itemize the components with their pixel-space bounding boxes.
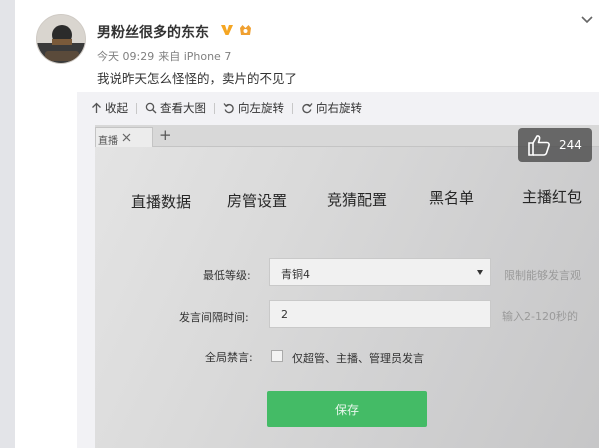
collapse-icon [92,102,101,113]
photo-tab-plus: + [159,126,172,144]
photo-min-level-hint: 限制能够发言观 [504,269,581,282]
rotate-right-icon [302,103,313,114]
photo-global-mute-checkbox [271,350,283,362]
magnifier-icon [145,102,157,114]
rotate-right-label: 向右旋转 [316,101,362,115]
collapse-label: 收起 [105,101,128,115]
weibo-post-card: 男粉丝很多的东东 今天 09:29 来自 iPhone 7 我说昨天怎么怪怪的，卖… [15,0,599,448]
photo-interval-value: 2 [281,308,288,321]
toolbar-divider [214,102,215,114]
member-icon[interactable] [238,23,253,37]
photo-nav-item: 房管设置 [227,192,288,210]
close-icon [122,133,131,142]
photo-interval-label: 发言间隔时间: [179,311,249,324]
post-time[interactable]: 今天 09:29 [97,50,154,63]
left-gutter [0,0,15,448]
rotate-left-icon [223,103,234,114]
photo-global-mute-label: 全局禁言: [205,351,253,364]
photo-global-mute-option: 仅超管、主播、管理员发言 [292,352,424,365]
avatar[interactable] [36,14,86,64]
photo-min-level-value: 青铜4 [281,268,310,281]
photo-save-button: 保存 [267,391,427,427]
username[interactable]: 男粉丝很多的东东 [97,22,209,42]
post-text: 我说昨天怎么怪怪的，卖片的不见了 [97,71,298,86]
thumbs-up-icon [528,135,550,156]
post-photo[interactable]: 直播 + 直播数据 房管设置 竞猜配置 黑名单 主播红包 最低等级: 青铜4 限… [95,125,599,448]
chevron-down-icon[interactable] [580,14,594,26]
photo-browser-tab: 直播 [95,127,153,147]
photo-interval-hint: 输入2-120秒的 [502,310,578,323]
toolbar-divider [292,102,293,114]
view-large-button[interactable]: 查看大图 [145,100,206,116]
photo-nav-item: 竞猜配置 [327,191,388,209]
dropdown-arrow-icon [477,270,483,275]
vip-icon [221,25,233,35]
photo-min-level-select: 青铜4 [269,258,491,286]
photo-tab-label: 直播 [98,136,118,147]
photo-interval-input: 2 [269,300,491,328]
rotate-left-label: 向左旋转 [238,101,284,115]
post-meta: 今天 09:29 来自 iPhone 7 [97,48,235,64]
post-source[interactable]: 来自 iPhone 7 [158,50,231,63]
rotate-left-button[interactable]: 向左旋转 [223,100,284,116]
photo-save-label: 保存 [334,402,359,417]
collapse-button[interactable]: 收起 [91,100,128,116]
view-large-label: 查看大图 [160,101,206,115]
photo-nav-item: 直播数据 [131,193,192,211]
like-count: 244 [559,138,582,152]
photo-nav-item: 黑名单 [429,189,475,207]
like-button[interactable]: 244 [518,128,592,162]
photo-nav-item: 主播红包 [522,188,583,206]
photo-min-level-label: 最低等级: [203,269,251,282]
media-toolbar: 收起 查看大图 向左旋转 向右旋转 [91,100,362,116]
rotate-right-button[interactable]: 向右旋转 [301,100,362,116]
toolbar-divider [136,102,137,114]
